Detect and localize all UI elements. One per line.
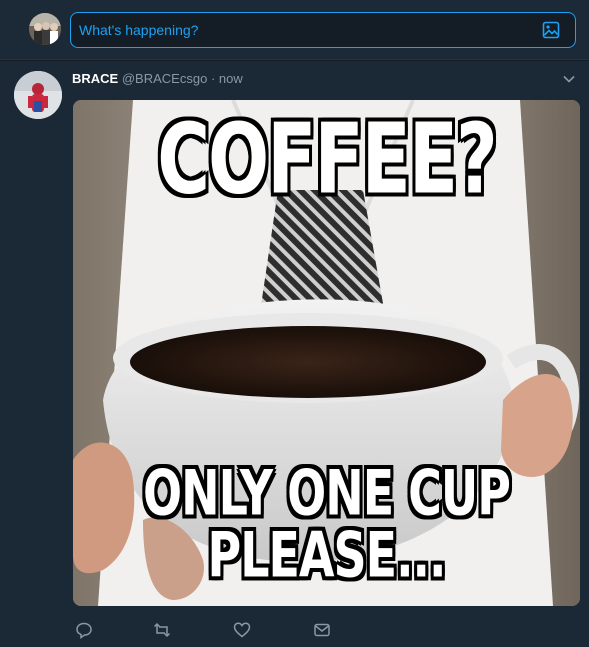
tweet-avatar[interactable] — [14, 71, 62, 119]
tweet-media-image[interactable]: COFFEE? ONLY ONE CUP PLEASE... — [73, 100, 580, 606]
retweet-icon[interactable] — [153, 621, 171, 639]
tweet-actions — [0, 617, 589, 643]
like-icon[interactable] — [233, 621, 251, 639]
user-avatar[interactable] — [29, 13, 61, 45]
avatar-image — [29, 13, 61, 45]
meme-bottom-text-1: ONLY ONE CUP — [143, 456, 511, 530]
tweet[interactable]: BRACE @BRACEcsgo · now COFFEE? ONLY ONE … — [0, 61, 589, 647]
tweet-header: BRACE @BRACEcsgo · now — [72, 71, 243, 87]
separator-dot: · — [210, 71, 216, 86]
chevron-down-icon[interactable] — [563, 73, 575, 85]
reply-icon[interactable] — [75, 621, 93, 639]
image-icon[interactable] — [542, 21, 560, 39]
user-handle[interactable]: @BRACEcsgo — [122, 71, 207, 86]
compose-input[interactable]: What's happening? — [70, 12, 576, 48]
timestamp[interactable]: now — [219, 71, 243, 86]
meme-top-text: COFFEE? — [157, 101, 498, 216]
meme-bottom-text-2: PLEASE... — [207, 518, 446, 592]
compose-placeholder: What's happening? — [79, 22, 199, 38]
compose-bar: What's happening? — [0, 0, 589, 60]
avatar-image — [14, 71, 62, 119]
display-name[interactable]: BRACE — [72, 71, 118, 86]
message-icon[interactable] — [313, 621, 331, 639]
